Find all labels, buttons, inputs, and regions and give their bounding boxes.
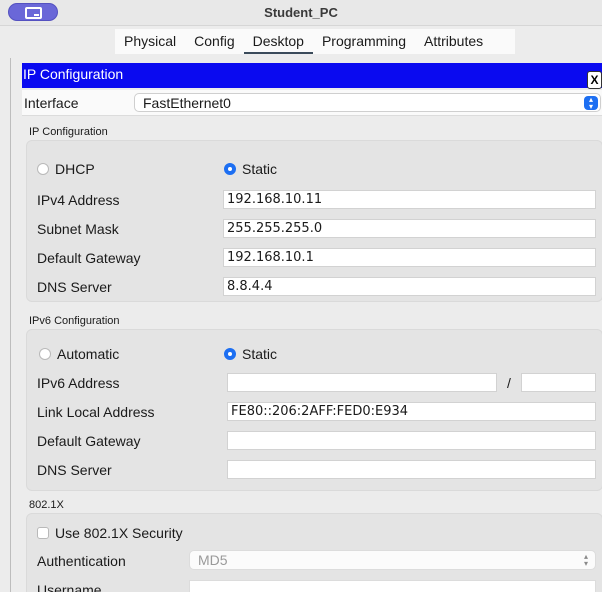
link-local-input[interactable]: FE80::206:2AFF:FED0:E934 (227, 402, 596, 421)
authentication-value: MD5 (198, 552, 228, 568)
checkbox-icon (37, 527, 49, 539)
ipv4-dns-label: DNS Server (37, 279, 112, 295)
ipv6-automatic-label: Automatic (57, 346, 120, 362)
ipv4-static-radio[interactable]: Static (224, 161, 277, 177)
radio-on-icon (224, 163, 236, 175)
ipv6-static-radio[interactable]: Static (224, 346, 277, 362)
interface-value: FastEthernet0 (143, 95, 231, 111)
dot1x-section-label: 802.1X (29, 499, 64, 511)
tab-programming[interactable]: Programming (313, 29, 415, 54)
prefix-separator: / (507, 375, 511, 391)
link-local-label: Link Local Address (37, 404, 155, 420)
window-title: Student_PC (264, 5, 338, 20)
ipv4-gateway-label: Default Gateway (37, 250, 141, 266)
tab-attributes[interactable]: Attributes (415, 29, 492, 54)
ipv4-address-label: IPv4 Address (37, 192, 120, 208)
tab-physical[interactable]: Physical (115, 29, 185, 54)
radio-off-icon (37, 163, 49, 175)
chevron-updown-icon: ▴ ▾ (583, 552, 588, 568)
subnet-mask-label: Subnet Mask (37, 221, 119, 237)
ipv4-gateway-input[interactable]: 192.168.10.1 (223, 248, 596, 267)
ipv6-dns-label: DNS Server (37, 462, 112, 478)
desktop-app-area: IP Configuration X Interface FastEtherne… (10, 58, 602, 592)
ipv4-dns-input[interactable]: 8.8.4.4 (223, 277, 596, 296)
interface-select[interactable]: FastEthernet0 ▴ ▾ (134, 93, 601, 112)
dhcp-label: DHCP (55, 161, 95, 177)
use-8021x-checkbox[interactable]: Use 802.1X Security (37, 525, 183, 541)
ipv6-prefix-input[interactable] (521, 373, 596, 392)
interface-label: Interface (24, 95, 79, 111)
ipv4-static-label: Static (242, 161, 278, 177)
ipv4-panel: DHCP Static IPv4 Address 192.168.10.11 S… (26, 140, 602, 302)
ipv6-panel: Automatic Static IPv6 Address / Link Loc… (26, 329, 602, 491)
tab-desktop[interactable]: Desktop (243, 29, 313, 54)
ipv6-address-label: IPv6 Address (37, 375, 120, 391)
ipv4-section-label: IP Configuration (29, 126, 108, 138)
ipv4-address-input[interactable]: 192.168.10.11 (223, 190, 596, 209)
use-8021x-label: Use 802.1X Security (55, 525, 183, 541)
radio-off-icon (39, 348, 51, 360)
authentication-select[interactable]: MD5 ▴ ▾ (189, 550, 596, 570)
authentication-label: Authentication (37, 553, 126, 569)
ipv6-automatic-radio[interactable]: Automatic (39, 346, 119, 362)
username-label: Username (37, 582, 102, 592)
ipv6-dns-input[interactable] (227, 460, 596, 479)
interface-row: Interface FastEthernet0 ▴ ▾ (22, 90, 602, 116)
app-title-bar: IP Configuration X (22, 63, 602, 89)
window-titlebar: Student_PC (0, 0, 602, 26)
dot1x-panel: Use 802.1X Security Authentication MD5 ▴… (26, 513, 602, 592)
dhcp-radio[interactable]: DHCP (37, 161, 95, 177)
close-button[interactable]: X (587, 71, 602, 89)
subnet-mask-input[interactable]: 255.255.255.0 (223, 219, 596, 238)
radio-on-icon (224, 348, 236, 360)
tab-config[interactable]: Config (185, 29, 243, 54)
chevron-updown-icon: ▴ ▾ (584, 96, 598, 111)
username-input[interactable] (189, 580, 596, 592)
ipv6-static-label: Static (242, 346, 278, 362)
tab-bar: Physical Config Desktop Programming Attr… (115, 29, 515, 54)
ipv6-gateway-input[interactable] (227, 431, 596, 450)
ipv6-address-input[interactable] (227, 373, 497, 392)
ipv6-gateway-label: Default Gateway (37, 433, 141, 449)
app-title: IP Configuration (23, 66, 124, 82)
ipv6-section-label: IPv6 Configuration (29, 315, 120, 327)
